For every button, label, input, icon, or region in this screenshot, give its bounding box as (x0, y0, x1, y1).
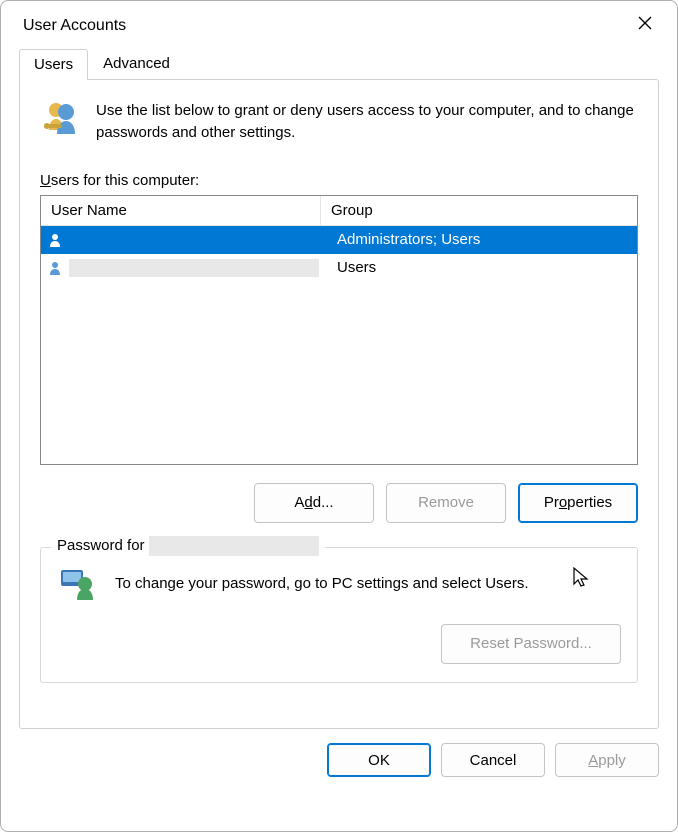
user-row[interactable]: Administrators; Users (41, 226, 637, 254)
properties-button[interactable]: Properties (518, 483, 638, 523)
tab-advanced[interactable]: Advanced (88, 48, 185, 79)
user-icon (47, 232, 63, 248)
remove-button[interactable]: Remove (386, 483, 506, 523)
column-header-group[interactable]: Group (321, 196, 637, 225)
intro-text: Use the list below to grant or deny user… (96, 98, 638, 144)
user-buttons-row: Add... Remove Properties (40, 483, 638, 523)
dialog-footer: OK Cancel Apply (1, 729, 677, 795)
close-button[interactable] (629, 11, 661, 40)
redacted-username (149, 536, 319, 556)
tab-users[interactable]: Users (19, 49, 88, 80)
tabs-area: Users Advanced Use the list below to gra… (1, 48, 677, 729)
list-header: User Name Group (41, 196, 637, 226)
password-info-row: To change your password, go to PC settin… (57, 564, 621, 604)
close-icon (637, 15, 653, 31)
column-header-username[interactable]: User Name (41, 196, 321, 225)
user-icon (47, 260, 63, 276)
user-name-cell (69, 231, 327, 249)
users-tab-panel: Use the list below to grant or deny user… (19, 79, 659, 729)
user-name-cell (69, 259, 327, 277)
password-instruction: To change your password, go to PC settin… (115, 575, 529, 592)
users-list-label: Users for this computer: (40, 172, 638, 189)
apply-button[interactable]: Apply (555, 743, 659, 777)
password-user-icon (57, 564, 97, 604)
intro-row: Use the list below to grant or deny user… (40, 98, 638, 144)
titlebar: User Accounts (1, 1, 677, 48)
users-keys-icon (40, 98, 82, 140)
add-button[interactable]: Add... (254, 483, 374, 523)
ok-button[interactable]: OK (327, 743, 431, 777)
password-legend: Password for (51, 536, 325, 556)
reset-password-row: Reset Password... (57, 624, 621, 664)
list-body: Administrators; Users Users (41, 226, 637, 282)
users-list[interactable]: User Name Group Administrators; Users (40, 195, 638, 465)
user-row[interactable]: Users (41, 254, 637, 282)
cancel-button[interactable]: Cancel (441, 743, 545, 777)
user-group-cell: Users (327, 259, 637, 276)
window-title: User Accounts (23, 17, 126, 35)
reset-password-button[interactable]: Reset Password... (441, 624, 621, 664)
user-accounts-dialog: User Accounts Users Advanced (0, 0, 678, 832)
user-group-cell: Administrators; Users (327, 231, 637, 248)
tab-strip: Users Advanced (19, 48, 659, 79)
password-fieldset: Password for To change your password, go… (40, 547, 638, 683)
